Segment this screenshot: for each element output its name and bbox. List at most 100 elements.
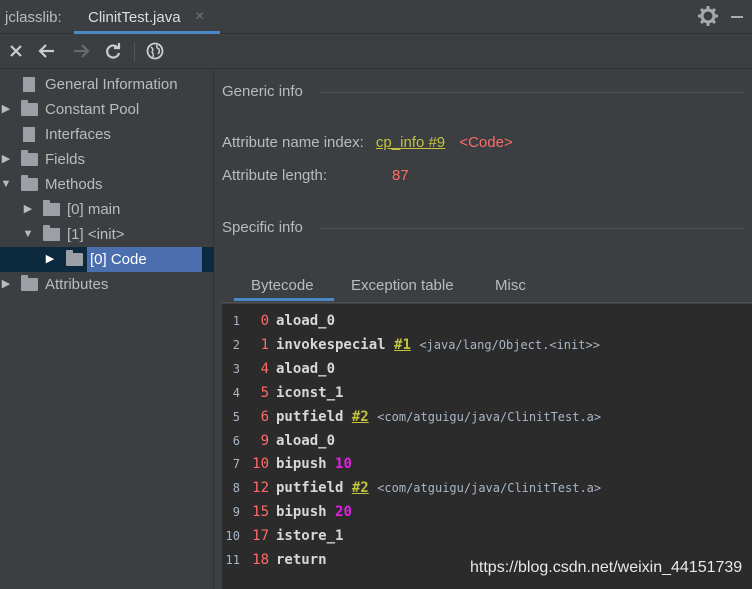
line-number: 2 (232, 337, 240, 352)
folder-icon (21, 100, 38, 116)
bytecode-offset: 9 (260, 432, 269, 449)
line-number: 6 (232, 433, 240, 448)
attribute-length-row: Attribute length: 87 (222, 167, 409, 184)
app-label: jclasslib: (5, 9, 62, 26)
tab-close-icon[interactable]: × (195, 8, 204, 26)
folder-icon (21, 175, 38, 191)
folder-icon (21, 275, 38, 291)
bytecode-instruction: iconst_1 (276, 381, 343, 405)
attribute-length-label: Attribute length: (222, 167, 328, 184)
expand-arrow-icon[interactable]: ▶ (0, 147, 12, 172)
toolbar-separator (134, 42, 135, 62)
bytecode-instruction: bipush 20 (276, 500, 352, 524)
folder-icon (43, 225, 60, 241)
top-bar: jclasslib: ClinitTest.java × (0, 0, 752, 34)
collapse-arrow-icon[interactable]: ▼ (0, 172, 12, 197)
section-divider (320, 92, 745, 93)
line-number: 1 (232, 314, 240, 328)
attribute-name-value: <Code> (459, 134, 513, 151)
file-icon (23, 77, 35, 92)
line-number: 10 (225, 529, 240, 544)
bytecode-comment: <com/atguigu/java/ClinitTest.a> (377, 481, 602, 496)
bytecode-offset: 18 (252, 552, 269, 568)
active-tab-indicator (234, 298, 334, 301)
bytecode-instruction: putfield #2 <com/atguigu/java/ClinitTest… (276, 476, 601, 500)
opcode: putfield (276, 480, 344, 497)
gear-icon[interactable] (697, 5, 719, 27)
tab-misc[interactable]: Misc (495, 277, 526, 294)
bytecode-offset: 4 (260, 360, 269, 377)
attribute-name-index-label: Attribute name index: (222, 134, 364, 151)
editor-tab-clinittest[interactable]: ClinitTest.java × (74, 0, 220, 34)
line-number: 9 (232, 505, 240, 520)
opcode: invokespecial (276, 336, 386, 353)
bytecode-offset: 1 (260, 336, 269, 353)
file-icon (23, 127, 35, 142)
close-icon[interactable] (6, 41, 26, 61)
bytecode-instruction: aload_0 (276, 309, 335, 333)
line-number: 5 (232, 409, 240, 424)
opcode: istore_1 (276, 528, 344, 545)
globe-icon[interactable] (145, 41, 165, 61)
bytecode-offset: 15 (252, 504, 269, 521)
opcode: aload_0 (276, 360, 336, 377)
bytecode-instruction: istore_1 (276, 524, 343, 548)
bytecode-offset: 12 (252, 480, 269, 497)
folder-icon (21, 150, 38, 166)
attribute-name-index-row: Attribute name index: cp_info #9 <Code> (222, 134, 513, 151)
attribute-length-value: 87 (392, 167, 409, 184)
expand-arrow-icon[interactable]: ▶ (44, 247, 56, 272)
bytecode-offset: 17 (252, 528, 269, 545)
line-number: 7 (232, 457, 240, 472)
bytecode-instruction: aload_0 (276, 357, 335, 381)
bytecode-offset: 0 (260, 313, 269, 329)
minimize-icon[interactable] (731, 16, 743, 18)
bytecode-instruction: invokespecial #1 <java/lang/Object.<init… (276, 333, 600, 357)
bytecode-listing[interactable]: 1 0 aload_0 2 1 invokespecial #1 <java/lang/O… (222, 304, 752, 589)
bytecode-instruction: putfield #2 <com/atguigu/java/ClinitTest… (276, 405, 601, 429)
constant-pool-link[interactable]: #2 (352, 480, 369, 496)
arrow-right-icon[interactable] (71, 41, 91, 61)
line-number: 8 (232, 481, 240, 496)
opcode: bipush (276, 456, 327, 473)
cp-info-link[interactable]: cp_info #9 (376, 134, 445, 151)
expand-arrow-icon[interactable]: ▶ (0, 97, 12, 122)
arrow-left-icon[interactable] (37, 41, 57, 61)
structure-tree: General Information ▶ Constant Pool Inte… (0, 69, 214, 589)
bytecode-instruction: bipush 10 (276, 452, 352, 476)
bytecode-comment: <java/lang/Object.<init>> (419, 337, 600, 352)
opcode: putfield (276, 408, 344, 425)
generic-info-title: Generic info (222, 83, 303, 100)
specific-info-title: Specific info (222, 219, 303, 236)
tab-title: ClinitTest.java (88, 9, 181, 26)
bytecode-offset: 6 (260, 408, 269, 425)
operand-value: 20 (335, 504, 352, 521)
tab-exception-table[interactable]: Exception table (351, 277, 454, 294)
toolbar (0, 34, 752, 69)
bytecode-offset: 10 (252, 456, 269, 473)
constant-pool-link[interactable]: #1 (394, 337, 411, 353)
line-number: 11 (225, 553, 240, 567)
operand-value: 10 (335, 456, 352, 473)
opcode: aload_0 (276, 313, 336, 329)
opcode: bipush (276, 504, 327, 521)
opcode: return (276, 552, 327, 568)
collapse-arrow-icon[interactable]: ▼ (22, 222, 34, 247)
folder-icon (43, 200, 60, 216)
line-number: 4 (232, 385, 240, 400)
expand-arrow-icon[interactable]: ▶ (22, 197, 34, 222)
bytecode-instruction: aload_0 (276, 429, 335, 453)
detail-panel: Generic info Attribute name index: cp_in… (214, 69, 752, 589)
specific-info-tabs: Bytecode Exception table Misc (222, 271, 752, 303)
constant-pool-link[interactable]: #2 (352, 409, 369, 425)
tab-bytecode[interactable]: Bytecode (251, 277, 314, 294)
reload-icon[interactable] (103, 41, 123, 61)
opcode: iconst_1 (276, 384, 344, 401)
line-number: 3 (232, 361, 240, 376)
bytecode-comment: <com/atguigu/java/ClinitTest.a> (377, 409, 602, 424)
bytecode-offset: 5 (260, 384, 269, 401)
folder-icon (66, 250, 83, 266)
expand-arrow-icon[interactable]: ▶ (0, 272, 12, 297)
watermark: https://blog.csdn.net/weixin_44151739 (470, 559, 743, 576)
section-divider (320, 228, 745, 229)
